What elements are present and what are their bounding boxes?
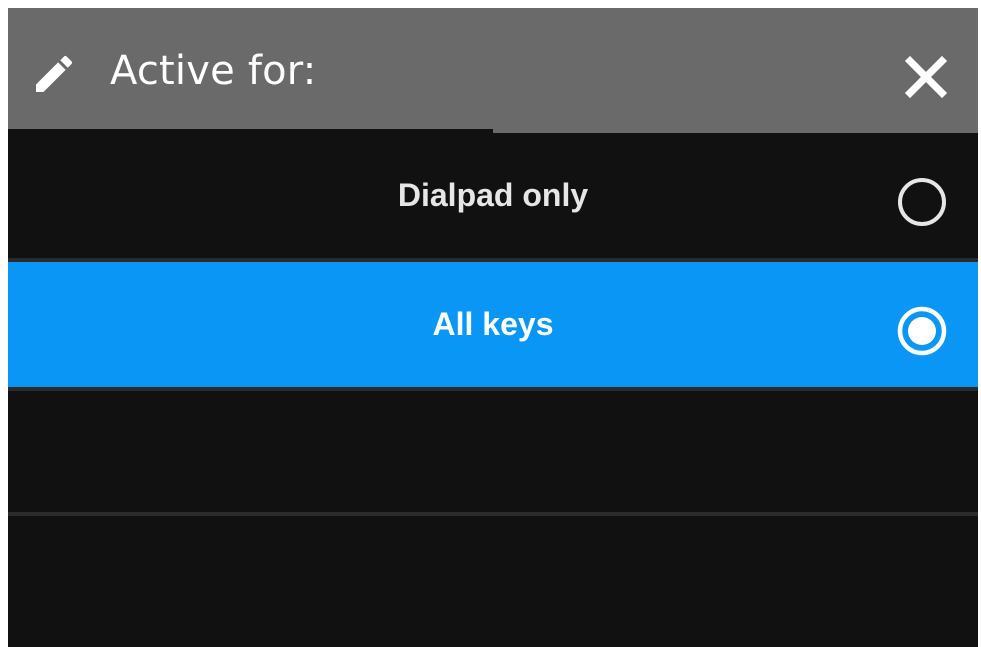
pencil-icon (36, 55, 73, 92)
option-label: Dialpad only (397, 177, 589, 213)
option-label: All keys (432, 306, 554, 342)
dialog-title: Active for: (110, 48, 317, 94)
active-for-dialog: Active for: Dialpad only All keys (8, 8, 978, 647)
option-dialpad-only[interactable]: Dialpad only (8, 133, 978, 258)
empty-row (8, 391, 978, 516)
dialog-header: Active for: (8, 8, 978, 129)
radio-unselected-icon[interactable] (897, 177, 947, 227)
empty-row (8, 516, 978, 647)
option-all-keys[interactable]: All keys (8, 262, 978, 387)
radio-selected-icon[interactable] (897, 306, 947, 356)
close-icon[interactable] (902, 53, 950, 101)
